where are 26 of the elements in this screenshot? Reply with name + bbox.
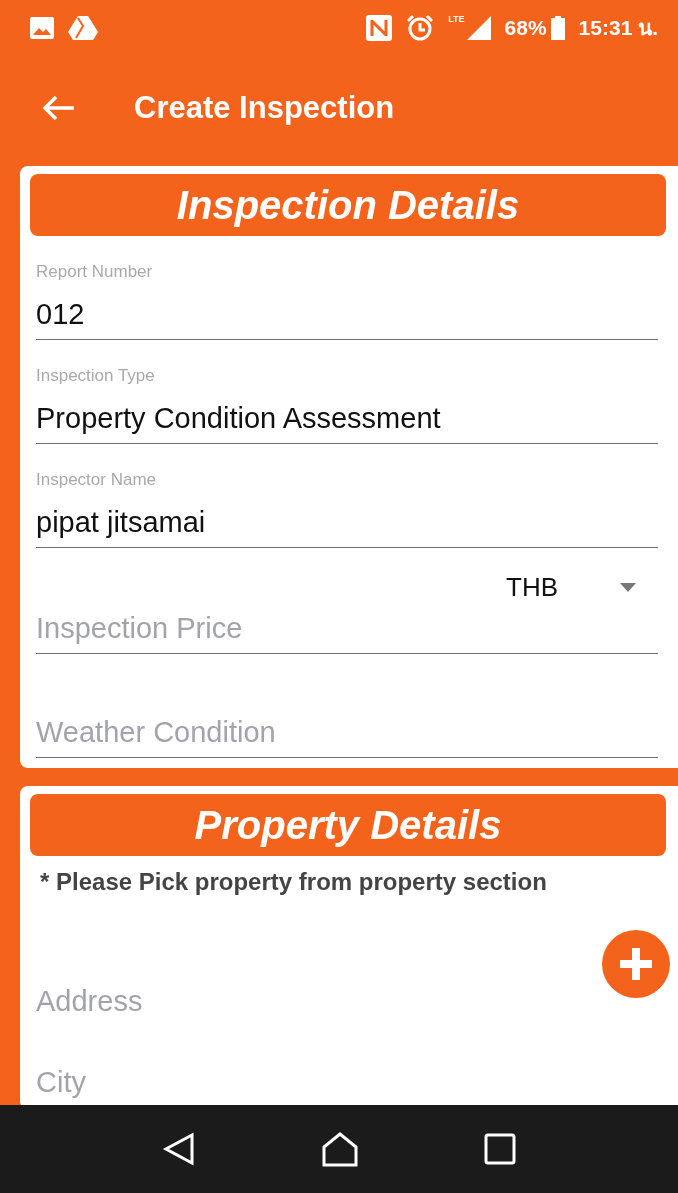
triangle-logo-icon (68, 15, 98, 40)
section-header: Property Details (30, 794, 666, 856)
signal-icon (466, 15, 491, 40)
field-label: Report Number (36, 262, 154, 282)
home-icon[interactable] (320, 1131, 360, 1167)
image-icon (30, 16, 54, 39)
field-label: Inspection Type (36, 366, 156, 386)
alarm-clock-icon (406, 13, 435, 42)
square-icon[interactable] (484, 1133, 516, 1165)
back-arrow-icon[interactable] (42, 94, 76, 121)
hint-text: * Please Pick property from property section (40, 868, 548, 896)
network-label: LTE (448, 14, 465, 24)
field-label: Inspector Name (36, 470, 157, 490)
currency-dropdown[interactable]: THB (506, 572, 636, 603)
input-field[interactable]: pipat jitsamai (36, 506, 658, 539)
nfc-icon (366, 14, 393, 41)
battery-percentage: 68% (504, 15, 547, 40)
input-field[interactable]: Property Condition Assessment (36, 402, 658, 435)
screen-title: Create Inspection (134, 89, 395, 126)
dropdown-caret-icon (620, 583, 636, 592)
clock-time: 15:31 น. (578, 15, 658, 41)
plus-icon (618, 946, 654, 982)
back-triangle-icon[interactable] (162, 1132, 196, 1166)
input-field[interactable]: 012 (36, 298, 658, 331)
section-header: Inspection Details (30, 174, 666, 236)
battery-icon (550, 15, 565, 40)
